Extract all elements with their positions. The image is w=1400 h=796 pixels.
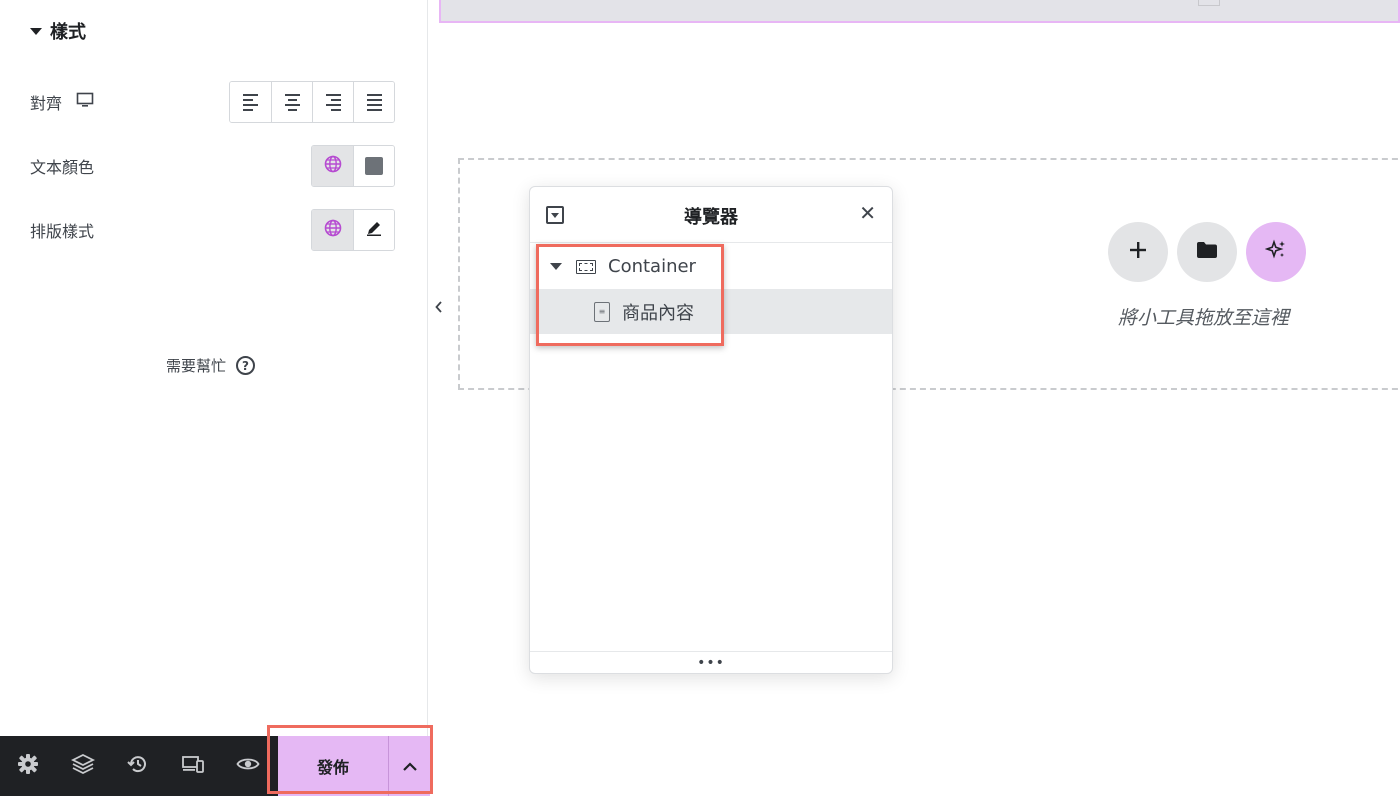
sparkle-icon xyxy=(1264,239,1287,265)
help-link[interactable]: 需要幫忙 ? xyxy=(166,355,256,376)
responsive-icon xyxy=(181,754,205,778)
navigator-button[interactable] xyxy=(55,736,110,796)
align-right-button[interactable] xyxy=(312,82,353,122)
help-label: 需要幫忙 xyxy=(166,357,227,375)
global-typography-button[interactable] xyxy=(312,210,353,250)
align-left-button[interactable] xyxy=(230,82,271,122)
publish-button[interactable]: 發佈 xyxy=(278,736,388,796)
alignment-label: 對齊 xyxy=(30,94,63,113)
color-picker-button[interactable] xyxy=(353,146,394,186)
alignment-control: 對齊 xyxy=(30,81,395,123)
navigator-item-label: 商品內容 xyxy=(622,302,694,324)
selected-section[interactable] xyxy=(439,0,1400,23)
ai-generate-button[interactable] xyxy=(1246,222,1306,282)
responsive-mode-button[interactable] xyxy=(165,736,220,796)
add-template-button[interactable] xyxy=(1177,222,1237,282)
text-color-group xyxy=(311,145,395,187)
align-left-icon xyxy=(243,93,258,111)
editor-panel: 樣式 對齊 文本顏色 排版樣式 需要幫忙 ? xyxy=(0,0,428,796)
align-right-icon xyxy=(325,93,341,111)
globe-icon xyxy=(324,219,342,241)
pencil-icon xyxy=(365,219,383,241)
style-section-toggle[interactable]: 樣式 xyxy=(30,18,86,44)
navigator-header[interactable]: 導覽器 ✕ xyxy=(530,187,892,243)
folder-icon xyxy=(1196,241,1218,263)
help-icon: ? xyxy=(236,356,256,375)
history-button[interactable] xyxy=(110,736,165,796)
align-center-button[interactable] xyxy=(271,82,312,122)
navigator-panel: 導覽器 ✕ Container ≡ 商品內容 ••• xyxy=(529,186,893,674)
collapse-panel-button[interactable] xyxy=(428,270,450,348)
style-section-title: 樣式 xyxy=(50,22,86,43)
container-icon xyxy=(576,259,596,274)
close-icon[interactable]: ✕ xyxy=(859,201,876,225)
typography-label: 排版樣式 xyxy=(30,222,95,241)
text-color-control: 文本顏色 xyxy=(30,145,395,187)
preview-button[interactable] xyxy=(220,736,275,796)
align-justify-icon xyxy=(366,93,382,111)
typography-control: 排版樣式 xyxy=(30,209,395,251)
navigator-item-product-content[interactable]: ≡ 商品內容 xyxy=(530,289,892,334)
plus-icon xyxy=(1128,240,1148,264)
align-center-icon xyxy=(284,93,300,111)
editor-root: 樣式 對齊 文本顏色 排版樣式 需要幫忙 ? 發佈 將小工具拖放至這裡 導覽器 … xyxy=(0,0,1400,796)
chevron-left-icon xyxy=(434,300,444,318)
typography-group xyxy=(311,209,395,251)
section-handle xyxy=(1198,0,1220,6)
align-justify-button[interactable] xyxy=(353,82,394,122)
global-color-button[interactable] xyxy=(312,146,353,186)
add-section-button[interactable] xyxy=(1108,222,1168,282)
settings-button[interactable] xyxy=(0,736,55,796)
caret-down-icon xyxy=(30,27,42,35)
history-icon xyxy=(126,753,149,779)
text-color-label: 文本顏色 xyxy=(30,158,95,177)
navigator-resize-handle[interactable]: ••• xyxy=(530,651,892,673)
color-swatch xyxy=(365,157,383,175)
caret-down-icon[interactable] xyxy=(550,263,562,270)
dropzone-hint: 將小工具拖放至這裡 xyxy=(1118,307,1290,329)
navigator-item-label: Container xyxy=(608,256,696,277)
navigator-item-container[interactable]: Container xyxy=(530,244,892,289)
preview-icon xyxy=(235,756,260,776)
edit-typography-button[interactable] xyxy=(353,210,394,250)
desktop-icon[interactable] xyxy=(76,92,94,112)
settings-icon xyxy=(17,753,39,779)
navigator-title: 導覽器 xyxy=(684,207,738,228)
globe-icon xyxy=(324,155,342,177)
layers-icon xyxy=(70,753,95,779)
alignment-button-group xyxy=(229,81,395,123)
publish-options-button[interactable] xyxy=(388,736,430,796)
text-editor-icon: ≡ xyxy=(594,301,610,322)
chevron-up-icon xyxy=(402,757,418,776)
